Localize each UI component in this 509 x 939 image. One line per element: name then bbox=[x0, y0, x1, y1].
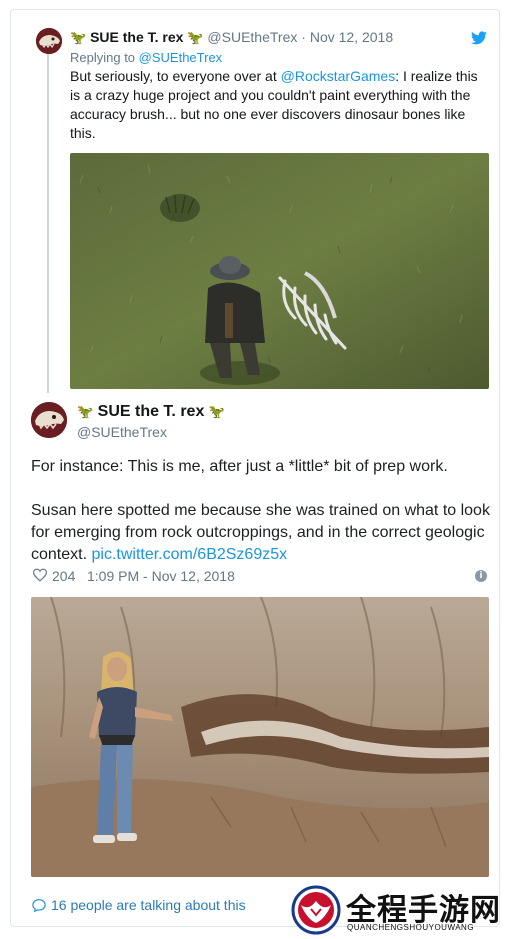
t-rex-emoji: 🦖 bbox=[187, 30, 204, 45]
separator-dot: · bbox=[301, 29, 306, 45]
tweet-meta-bar: 204 1:09 PM - Nov 12, 2018 i bbox=[31, 566, 489, 586]
info-icon[interactable]: i bbox=[475, 570, 487, 582]
game-screenshot-image bbox=[70, 153, 489, 389]
replying-to-handle[interactable]: @SUEtheTrex bbox=[139, 50, 223, 65]
parent-tweet-header: 🦖 SUE the T. rex 🦖 @SUEtheTrex · Nov 12,… bbox=[70, 29, 393, 46]
people-talking-link[interactable]: 16 people are talking about this bbox=[32, 897, 246, 913]
t-rex-emoji: 🦖 bbox=[208, 404, 225, 419]
watermark-logo-icon bbox=[291, 885, 341, 935]
t-rex-emoji: 🦖 bbox=[70, 30, 87, 45]
heart-icon[interactable] bbox=[33, 568, 47, 582]
t-rex-emoji: 🦖 bbox=[77, 404, 94, 419]
main-display-name-line[interactable]: 🦖 SUE the T. rex 🦖 bbox=[77, 403, 225, 421]
people-talking-text[interactable]: 16 people are talking about this bbox=[51, 897, 246, 913]
parent-avatar[interactable] bbox=[36, 28, 62, 54]
rockstar-mention-link[interactable]: @RockstarGames bbox=[281, 68, 396, 84]
thread-connector-line bbox=[47, 53, 49, 393]
speech-bubble-icon bbox=[32, 899, 46, 912]
main-tweet-image[interactable] bbox=[31, 597, 489, 877]
replying-to-line: Replying to @SUEtheTrex bbox=[70, 50, 222, 65]
like-count[interactable]: 204 bbox=[52, 568, 75, 584]
trex-skull-avatar-image bbox=[31, 402, 67, 438]
main-display-name[interactable]: SUE the T. rex bbox=[98, 403, 205, 420]
main-text-paragraph-2: Susan here spotted me because she was tr… bbox=[31, 500, 491, 566]
watermark-subtitle: QUANCHENGSHOUYOUWANG bbox=[347, 923, 475, 932]
parent-tweet-text: But seriously, to everyone over at @Rock… bbox=[70, 67, 485, 143]
main-handle[interactable]: @SUEtheTrex bbox=[77, 424, 167, 440]
main-avatar[interactable] bbox=[31, 402, 67, 438]
parent-tweet-image[interactable] bbox=[70, 153, 489, 389]
parent-date[interactable]: Nov 12, 2018 bbox=[310, 29, 393, 45]
tweet-timestamp[interactable]: 1:09 PM - Nov 12, 2018 bbox=[87, 568, 235, 584]
fossil-discovery-photo bbox=[31, 597, 489, 877]
twitter-bird-icon[interactable] bbox=[471, 31, 487, 45]
pic-link[interactable]: pic.twitter.com/6B2Sz69z5x bbox=[91, 546, 287, 563]
parent-handle[interactable]: @SUEtheTrex bbox=[207, 29, 297, 45]
replying-prefix: Replying to bbox=[70, 50, 139, 65]
parent-display-name[interactable]: SUE the T. rex bbox=[90, 29, 183, 45]
trex-skull-avatar-image bbox=[36, 28, 62, 54]
parent-text-part-1: But seriously, to everyone over at bbox=[70, 68, 281, 84]
site-watermark: 全程手游网 QUANCHENGSHOUYOUWANG bbox=[291, 883, 509, 939]
main-text-paragraph-1: For instance: This is me, after just a *… bbox=[31, 458, 448, 475]
